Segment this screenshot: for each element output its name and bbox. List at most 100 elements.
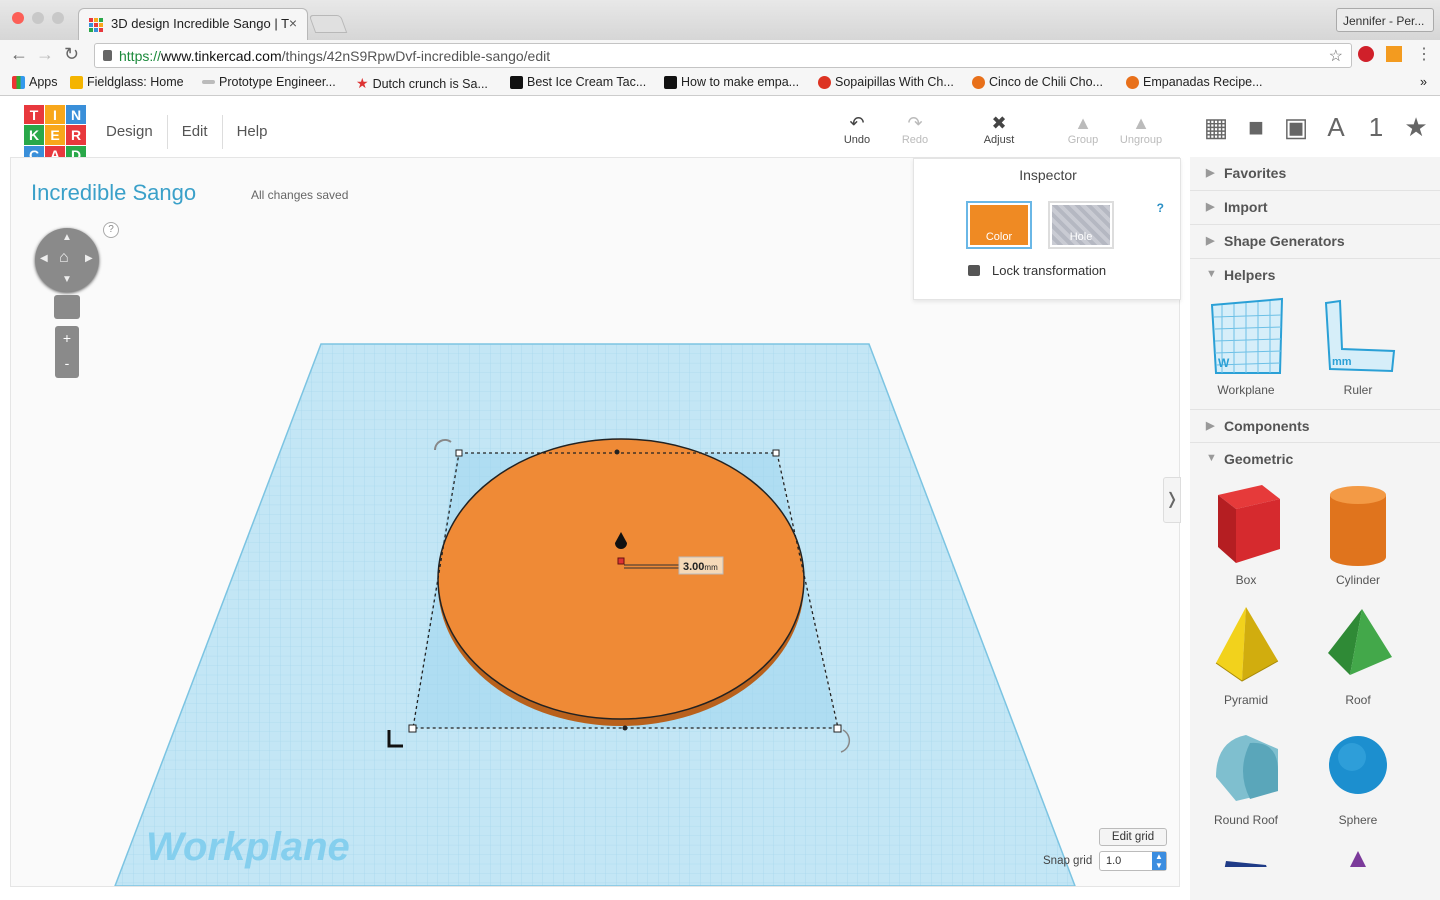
address-bar[interactable]: https://www.tinkercad.com/things/42nS9Rp… [94,43,1352,68]
shape-pyramid[interactable]: Pyramid [1190,597,1302,717]
logo-letter: E [45,125,65,145]
browser-menu-icon[interactable]: ⋮ [1416,44,1432,64]
dimension-value: 3.00 [683,561,704,573]
bookmark-dutch-crunch[interactable]: ★ Dutch crunch is Sa... [356,75,488,92]
section-import[interactable]: ▶ Import [1190,191,1440,225]
section-favorites[interactable]: ▶ Favorites [1190,157,1440,191]
next-shape-icon [1224,861,1267,867]
cylinder-shape[interactable] [437,438,805,726]
tab-close-icon[interactable]: × [289,15,297,31]
hole-swatch[interactable]: Hole [1048,201,1114,249]
svg-text:mm: mm [1332,356,1352,368]
section-helpers[interactable]: ▼ Helpers [1190,259,1440,293]
shape-more-1[interactable] [1190,837,1302,867]
text-icon[interactable]: A [1322,112,1350,143]
inspector-help-icon[interactable]: ? [1157,201,1164,215]
url-path: /things/42nS9RpwDvf-incredible-sango/edi… [281,48,551,64]
favorites-star-icon[interactable]: ★ [1402,112,1430,143]
collapsed-triangle-icon: ▶ [1206,201,1215,213]
shape-roof[interactable]: Roof [1302,597,1414,717]
prototype-icon [202,80,215,84]
section-label: Shape Generators [1224,233,1345,249]
bookmark-cinco[interactable]: Cinco de Chili Cho... [972,75,1103,89]
collapsed-triangle-icon: ▶ [1206,167,1215,179]
workplane-helper-icon: W [1210,297,1284,374]
undo-button[interactable]: ↶ Undo [832,112,882,146]
reload-icon[interactable]: ↻ [64,44,79,65]
maximize-window-button[interactable] [52,12,64,24]
resize-handle[interactable] [833,724,842,733]
grid-icon[interactable]: ▦ [1202,112,1230,143]
bookmark-apps[interactable]: Apps [12,75,58,89]
shape-sphere[interactable]: Sphere [1302,717,1414,837]
bookmark-label: How to make empa... [681,75,800,89]
next-shape-icon [1350,851,1366,867]
section-shape-generators[interactable]: ▶ Shape Generators [1190,225,1440,259]
undo-label: Undo [843,134,871,146]
dimension-unit: mm [704,563,718,572]
section-geometric[interactable]: ▼ Geometric [1190,443,1440,477]
helper-label: Workplane [1217,383,1275,397]
shape-label: Cylinder [1335,573,1380,587]
bookmarks-overflow[interactable]: » [1420,75,1427,89]
svg-text:3.00mm: 3.00mm [683,561,718,573]
tinkercad-logo[interactable]: T I N K E R C A D [24,105,86,165]
menu-design[interactable]: Design [92,115,168,149]
ungroup-button[interactable]: ▲ Ungroup [1116,112,1166,146]
menu-edit[interactable]: Edit [168,115,223,149]
bookmark-label: Prototype Engineer... [219,75,336,89]
shape-round-roof[interactable]: Round Roof [1190,717,1302,837]
number-icon[interactable]: 1 [1362,112,1390,143]
edit-grid-button[interactable]: Edit grid [1099,828,1167,846]
redo-button[interactable]: ↷ Redo [890,112,940,146]
new-tab-button[interactable] [308,15,348,33]
adjust-button[interactable]: ✖ Adjust [974,112,1024,146]
profile-button[interactable]: Jennifer - Per... [1336,8,1434,32]
minimize-window-button[interactable] [32,12,44,24]
helper-workplane[interactable]: W Workplane [1190,293,1302,413]
hole-box-icon[interactable]: ▣ [1282,112,1310,143]
stepper-arrows-icon[interactable]: ▲ ▼ [1152,852,1166,870]
shape-more-2[interactable] [1302,837,1414,867]
shape-box[interactable]: Box [1190,477,1302,597]
collapsed-triangle-icon: ▶ [1206,235,1215,247]
collapse-panel-button[interactable]: ❭ [1163,477,1181,523]
close-window-button[interactable] [12,12,24,24]
inspector-panel: Inspector Color Hole ? Lock transformati… [913,158,1181,300]
snap-grid-select[interactable]: 1.0 ▲ ▼ [1099,851,1167,871]
bookmark-sopaipillas[interactable]: Sopaipillas With Ch... [818,75,954,89]
expanded-triangle-icon: ▼ [1206,452,1217,464]
round-roof-shape-icon [1216,735,1278,801]
box-icon[interactable]: ■ [1242,112,1270,143]
back-arrow-icon[interactable]: ← [10,44,28,65]
resize-handle[interactable] [455,449,463,457]
bookmark-label: Dutch crunch is Sa... [372,76,488,91]
shape-cylinder[interactable]: Cylinder [1302,477,1414,597]
bookmark-fieldglass[interactable]: Fieldglass: Home [70,75,184,89]
lock-transformation-toggle[interactable]: Lock transformation [968,263,1106,278]
menu-help[interactable]: Help [223,115,282,149]
bookmark-ice-cream[interactable]: Best Ice Cream Tac... [510,75,646,89]
group-button[interactable]: ▲ Group [1058,112,1108,146]
helper-ruler[interactable]: mm Ruler [1302,293,1414,413]
section-components[interactable]: ▶ Components [1190,409,1440,443]
forward-arrow-icon[interactable]: → [36,44,54,65]
resize-handle[interactable] [772,449,780,457]
bookmark-prototype[interactable]: Prototype Engineer... [202,75,336,89]
color-swatch[interactable]: Color [966,201,1032,249]
bookmark-empanadas-recipe[interactable]: Empanadas Recipe... [1126,75,1263,89]
resize-handle[interactable] [622,725,628,731]
bookmark-empanadas-how[interactable]: How to make empa... [664,75,799,89]
resize-handle[interactable] [614,449,620,455]
bookmark-label: Fieldglass: Home [87,75,184,89]
rss-extension-icon[interactable] [1386,46,1402,62]
pinterest-extension-icon[interactable] [1358,46,1374,62]
collapsed-triangle-icon: ▶ [1206,420,1215,432]
roof-shape-icon [1328,609,1392,675]
helper-label: Ruler [1343,383,1373,397]
bookmark-star-icon[interactable]: ☆ [1329,46,1343,66]
resize-handle[interactable] [408,724,417,733]
workplane-text: Workplane [146,825,350,869]
design-canvas[interactable]: Incredible Sango All changes saved ▲ ▼ ◀… [10,157,1181,887]
browser-tab[interactable]: 3D design Incredible Sango | T × [78,8,308,40]
